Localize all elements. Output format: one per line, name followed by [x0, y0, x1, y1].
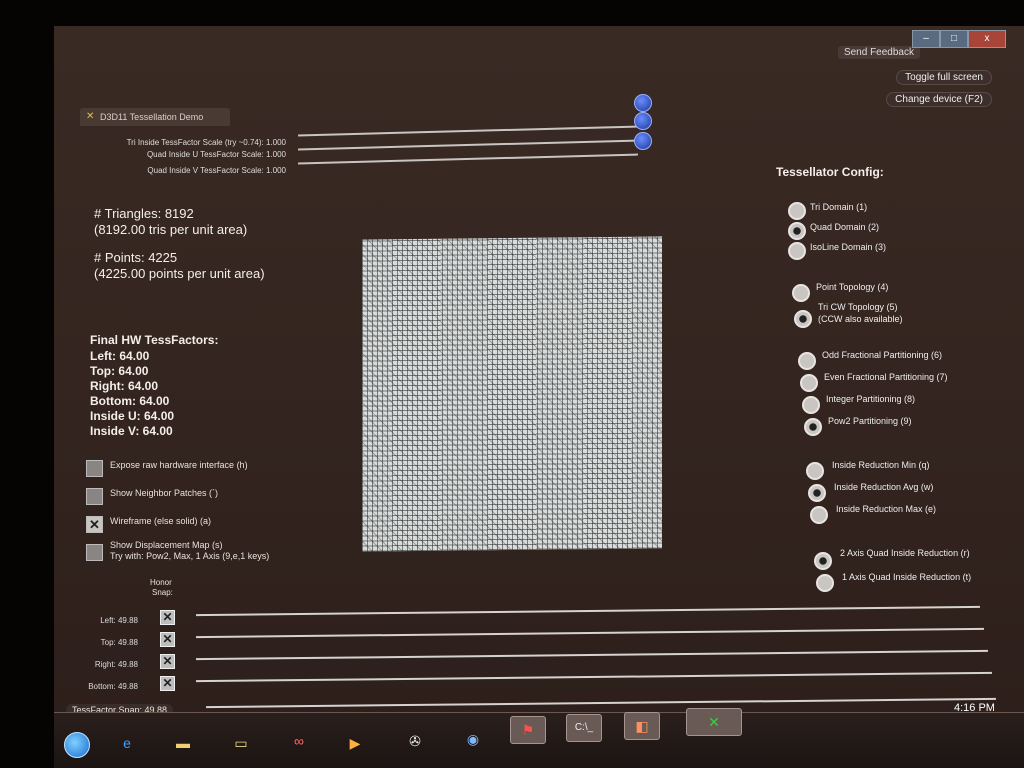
slider-knob-tri-inside[interactable]: [634, 94, 652, 112]
checkbox-raw-hardware[interactable]: [86, 460, 103, 477]
infinity-icon[interactable]: ∞: [282, 728, 316, 754]
slider-knob-quad-inside-u[interactable]: [634, 112, 652, 130]
radio-tri-domain[interactable]: [788, 202, 806, 220]
label-raw-hardware: Expose raw hardware interface (h): [110, 460, 248, 470]
label-displacement-map: Show Displacement Map (s): [110, 540, 223, 550]
xna-icon[interactable]: ✕: [686, 708, 742, 736]
honor-bottom-checkbox[interactable]: ✕: [160, 676, 175, 691]
tessfactor-left: Left: 64.00: [90, 349, 150, 363]
ie-icon[interactable]: e: [110, 730, 144, 756]
tessfactor-top: Top: 64.00: [90, 364, 149, 378]
tessfactor-inside-v: Inside V: 64.00: [90, 424, 173, 438]
honor-top-checkbox[interactable]: ✕: [160, 632, 175, 647]
label-wireframe: Wireframe (else solid) (a): [110, 516, 212, 526]
start-button[interactable]: [64, 732, 90, 758]
folder-icon[interactable]: ▬: [166, 730, 200, 756]
honor-left-checkbox[interactable]: ✕: [160, 610, 175, 625]
tessellated-quad-mesh: [362, 236, 662, 552]
slider-quad-inside-v[interactable]: [298, 153, 638, 165]
label-point-topology: Point Topology (4): [816, 282, 889, 292]
label-1-axis: 1 Axis Quad Inside Reduction (t): [842, 572, 972, 582]
label-tri-cw-topology: Tri CW Topology (5): [818, 302, 898, 312]
window-title: D3D11 Tessellation Demo: [100, 112, 204, 122]
edge-left-slider[interactable]: [196, 605, 980, 617]
snap-label: Snap:: [152, 588, 173, 597]
honor-label: Honor: [150, 578, 172, 587]
triangles-count: # Triangles: 8192: [94, 206, 194, 221]
label-2-axis: 2 Axis Quad Inside Reduction (r): [840, 548, 970, 558]
radio-quad-domain[interactable]: [788, 222, 806, 240]
toggle-fullscreen-button[interactable]: Toggle full screen: [896, 70, 992, 85]
slider-knob-quad-inside-v[interactable]: [634, 132, 652, 150]
label-neighbor-patches: Show Neighbor Patches (`): [110, 488, 219, 498]
label-isoline-domain: IsoLine Domain (3): [810, 242, 887, 252]
change-device-button[interactable]: Change device (F2): [886, 92, 992, 107]
slider-tri-inside[interactable]: [298, 125, 638, 137]
radio-integer-partitioning[interactable]: [802, 396, 820, 414]
slider-label-quad-inside-u: Quad Inside U TessFactor Scale: 1.000: [146, 150, 286, 159]
maximize-button[interactable]: □: [940, 30, 968, 48]
radio-odd-fractional[interactable]: [798, 352, 816, 370]
tessfactor-inside-u: Inside U: 64.00: [90, 409, 175, 423]
checkbox-wireframe[interactable]: ✕: [86, 516, 103, 533]
slider-quad-inside-u[interactable]: [298, 139, 638, 151]
cmd-icon[interactable]: C:\_: [566, 714, 602, 742]
radio-isoline-domain[interactable]: [788, 242, 806, 260]
network-icon[interactable]: ◉: [456, 726, 490, 752]
label-odd-fractional: Odd Fractional Partitioning (6): [822, 350, 943, 360]
edge-left-label: Left: 49.88: [100, 616, 138, 625]
edge-right-label: Right: 49.88: [94, 660, 138, 669]
label-pow2-partitioning: Pow2 Partitioning (9): [828, 416, 912, 426]
tessfactor-bottom: Bottom: 64.00: [90, 394, 170, 408]
app-icon: ✕: [86, 111, 95, 122]
tessfactors-heading: Final HW TessFactors:: [90, 333, 219, 347]
points-per-area: (4225.00 points per unit area): [94, 266, 265, 281]
radio-even-fractional[interactable]: [800, 374, 818, 392]
send-feedback-button[interactable]: Send Feedback: [837, 46, 920, 59]
steam-icon[interactable]: ✇: [398, 728, 432, 754]
radio-reduction-min[interactable]: [806, 462, 824, 480]
label-even-fractional: Even Fractional Partitioning (7): [824, 372, 948, 382]
edge-bottom-slider[interactable]: [196, 671, 992, 683]
radio-reduction-avg[interactable]: [808, 484, 826, 502]
tessfactor-right: Right: 64.00: [90, 379, 159, 393]
label-quad-domain: Quad Domain (2): [810, 222, 880, 232]
honor-right-checkbox[interactable]: ✕: [160, 654, 175, 669]
radio-reduction-max[interactable]: [810, 506, 828, 524]
media-player-icon[interactable]: ▶: [338, 730, 372, 756]
radio-1-axis[interactable]: [816, 574, 834, 592]
radio-point-topology[interactable]: [792, 284, 810, 302]
radio-2-axis[interactable]: [814, 552, 832, 570]
edge-top-slider[interactable]: [196, 627, 984, 639]
label-displacement-hint: Try with: Pow2, Max, 1 Axis (9,e,1 keys): [110, 551, 270, 561]
tessfactor-snap-slider[interactable]: [206, 697, 996, 709]
window-controls: – □ x: [912, 30, 1006, 48]
triangles-per-area: (8192.00 tris per unit area): [94, 222, 248, 237]
label-reduction-min: Inside Reduction Min (q): [832, 460, 930, 470]
edge-top-label: Top: 49.88: [100, 638, 138, 647]
radio-pow2-partitioning[interactable]: [804, 418, 822, 436]
edge-bottom-label: Bottom: 49.88: [88, 682, 138, 691]
label-integer-partitioning: Integer Partitioning (8): [826, 394, 916, 404]
explorer-icon[interactable]: ▭: [224, 730, 258, 756]
radio-tri-cw-topology[interactable]: [794, 310, 812, 328]
slider-label-tri-inside: Tri Inside TessFactor Scale (try ~0.74):…: [126, 138, 286, 147]
checkbox-displacement-map[interactable]: [86, 544, 103, 561]
paint-icon[interactable]: ◧: [624, 712, 660, 740]
label-reduction-avg: Inside Reduction Avg (w): [834, 482, 934, 492]
label-reduction-max: Inside Reduction Max (e): [836, 504, 937, 514]
points-count: # Points: 4225: [94, 250, 178, 265]
label-tri-domain: Tri Domain (1): [810, 202, 868, 212]
label-ccw-available: (CCW also available): [818, 314, 903, 324]
monitor-screen: Send Feedback – □ x Toggle full screen C…: [54, 26, 1024, 768]
edge-right-slider[interactable]: [196, 649, 988, 661]
slider-label-quad-inside-v: Quad Inside V TessFactor Scale: 1.000: [147, 166, 286, 175]
minimize-button[interactable]: –: [912, 30, 940, 48]
tessellator-config-heading: Tessellator Config:: [776, 165, 884, 179]
close-button[interactable]: x: [968, 30, 1006, 48]
pdf-icon[interactable]: ⚑: [510, 716, 546, 744]
checkbox-neighbor-patches[interactable]: [86, 488, 103, 505]
